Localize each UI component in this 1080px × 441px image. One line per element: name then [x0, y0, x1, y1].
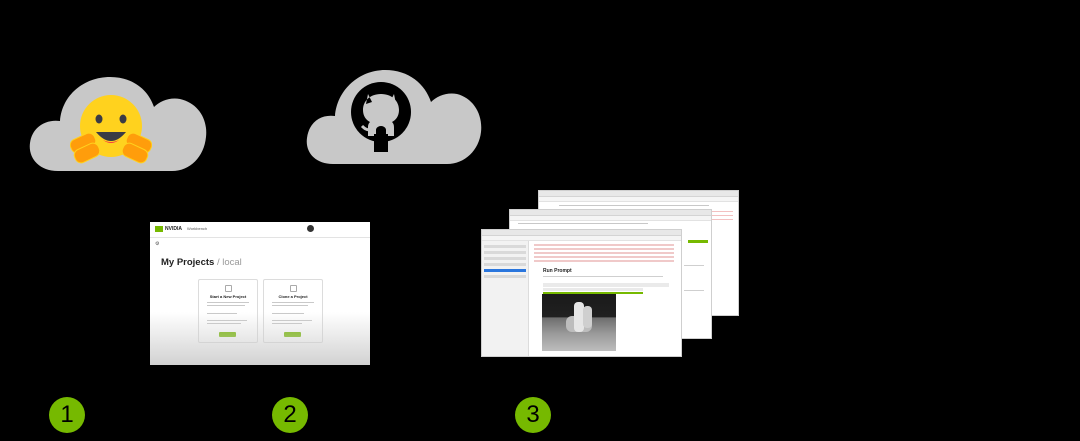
card-title: Clone a Project: [278, 294, 308, 299]
workbench-brand: NVIDIA: [165, 226, 182, 232]
step-2-badge: 2: [272, 397, 308, 433]
clone-icon: [290, 285, 297, 292]
step-1-badge: 1: [49, 397, 85, 433]
notebook-heading: Run Prompt: [543, 268, 572, 274]
nvidia-logo-icon: [155, 226, 163, 232]
workbench-header: NVIDIA Workbench: [150, 222, 370, 238]
project-icon: [225, 285, 232, 292]
page-title-text: My Projects: [161, 257, 215, 268]
page-title: My Projects / local: [161, 257, 242, 268]
step-3-badge: 3: [515, 397, 551, 433]
location-label: / local: [216, 257, 242, 268]
file-browser-sidebar: [482, 241, 529, 356]
avatar: [307, 225, 314, 232]
workbench-product: Workbench: [187, 226, 208, 231]
github-icon: [351, 82, 411, 152]
hugging-face-icon: [70, 95, 152, 164]
card-title: Start a New Project: [209, 294, 247, 299]
workbench-my-projects-screenshot: NVIDIA Workbench ⚙ My Projects / local S…: [150, 222, 370, 365]
gear-icon: ⚙: [155, 241, 160, 247]
